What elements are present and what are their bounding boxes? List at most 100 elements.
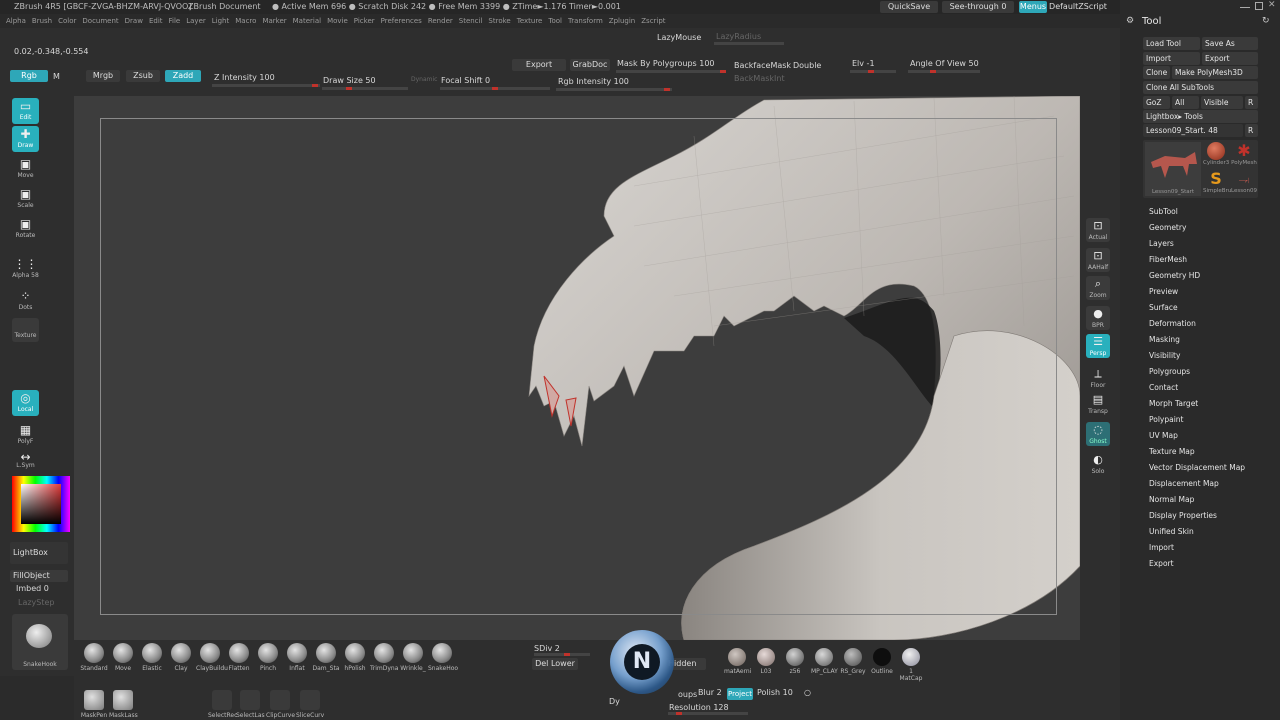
subpalette-fibermesh[interactable]: FiberMesh	[1149, 255, 1187, 264]
subpalette-export[interactable]: Export	[1149, 559, 1174, 568]
texture-button[interactable]: Texture	[12, 318, 39, 342]
brush-claybuildu[interactable]: ClayBuildu	[196, 643, 228, 672]
subpalette-import[interactable]: Import	[1149, 543, 1174, 552]
menu-macro[interactable]: Macro	[235, 17, 256, 25]
backfacemask-button[interactable]: BackfaceMask	[734, 61, 791, 70]
refresh-icon[interactable]: ↻	[1262, 16, 1270, 26]
material-mp-clay[interactable]: MP_CLAY	[811, 648, 838, 675]
default-zscript-button[interactable]: DefaultZScript	[1048, 1, 1108, 13]
subpalette-deformation[interactable]: Deformation	[1149, 319, 1196, 328]
subpalette-preview[interactable]: Preview	[1149, 287, 1178, 296]
brush-dam-sta[interactable]: Dam_Sta	[312, 643, 340, 672]
menu-zscript[interactable]: Zscript	[641, 17, 665, 25]
persp-button[interactable]: ☰ Persp	[1086, 334, 1110, 358]
menu-file[interactable]: File	[169, 17, 181, 25]
imbed-slider[interactable]: Imbed 0	[16, 584, 49, 593]
subpalette-contact[interactable]: Contact	[1149, 383, 1178, 392]
menu-document[interactable]: Document	[82, 17, 118, 25]
material-z56[interactable]: z56	[782, 648, 808, 675]
transp-button[interactable]: ▤ Transp	[1086, 392, 1110, 416]
maximize-icon[interactable]	[1255, 2, 1263, 10]
sdiv-track[interactable]	[534, 653, 590, 656]
draw-size-track[interactable]	[322, 87, 408, 90]
focal-shift-slider[interactable]: Focal Shift 0	[441, 76, 490, 85]
brush-elastic[interactable]: Elastic	[138, 643, 166, 672]
slider-handle[interactable]	[312, 84, 318, 87]
slider-handle[interactable]	[564, 653, 570, 656]
lazyradius-track[interactable]	[714, 42, 784, 45]
menu-stroke[interactable]: Stroke	[488, 17, 510, 25]
angle-of-view-track[interactable]	[908, 70, 980, 73]
subpalette-geometry[interactable]: Geometry	[1149, 223, 1186, 232]
lazyradius-slider[interactable]: LazyRadius	[716, 32, 761, 41]
solo-button[interactable]: ◐ Solo	[1086, 452, 1110, 476]
scale-button[interactable]: ▣ Scale	[12, 186, 39, 212]
tool-selectrec[interactable]: SelectRec	[208, 690, 237, 719]
menu-movie[interactable]: Movie	[327, 17, 348, 25]
menu-zplugin[interactable]: Zplugin	[609, 17, 635, 25]
make-polymesh-button[interactable]: Make PolyMesh3D	[1172, 66, 1258, 79]
goz-visible-button[interactable]: Visible	[1201, 96, 1243, 109]
brush-snakehoo[interactable]: SnakeHoo	[428, 643, 458, 672]
slider-handle[interactable]	[930, 70, 936, 73]
draw-button[interactable]: ✚ Draw	[12, 126, 39, 152]
backmaskint-slider[interactable]: BackMaskInt	[734, 74, 785, 83]
brush-flatten[interactable]: Flatten	[225, 643, 253, 672]
actual-button[interactable]: ⊡ Actual	[1086, 218, 1110, 242]
z-intensity-slider[interactable]: Z Intensity 100	[214, 73, 275, 82]
tool-thumb-simplebrush[interactable]: S SimpleBru	[1203, 170, 1231, 196]
color-picker[interactable]	[12, 476, 70, 532]
save-as-button[interactable]: Save As	[1202, 37, 1258, 50]
subpalette-surface[interactable]: Surface	[1149, 303, 1178, 312]
brush-inflat[interactable]: Inflat	[283, 643, 311, 672]
tool-thumb-polymesh[interactable]: ✱ PolyMesh	[1231, 142, 1257, 168]
sdiv-slider[interactable]: SDiv 2	[534, 644, 560, 653]
current-tool-slider[interactable]: Lesson09_Start. 48	[1143, 124, 1243, 137]
floor-button[interactable]: ⟂ Floor	[1086, 366, 1110, 390]
menu-marker[interactable]: Marker	[262, 17, 286, 25]
rgb-button[interactable]: Rgb	[10, 70, 48, 82]
subpalette-polypaint[interactable]: Polypaint	[1149, 415, 1184, 424]
z-intensity-track[interactable]	[212, 84, 320, 87]
mask-polygroups-track[interactable]	[616, 70, 726, 73]
menu-tool[interactable]: Tool	[548, 17, 562, 25]
subpalette-visibility[interactable]: Visibility	[1149, 351, 1180, 360]
groups-button[interactable]: oups	[678, 690, 697, 699]
subpalette-masking[interactable]: Masking	[1149, 335, 1180, 344]
dynamic-button[interactable]: Dynamic	[411, 76, 437, 83]
del-lower-button[interactable]: Del Lower	[532, 658, 578, 670]
goz-r-button[interactable]: R	[1245, 96, 1258, 109]
material-outline[interactable]: Outline	[869, 648, 895, 675]
bpr-button[interactable]: ● BPR	[1086, 306, 1110, 330]
tool-clipcurve[interactable]: ClipCurve	[266, 690, 295, 719]
focal-shift-track[interactable]	[440, 87, 550, 90]
resolution-track[interactable]	[668, 712, 748, 715]
alpha-button[interactable]: ⋮⋮ Alpha 58	[12, 256, 39, 286]
subpalette-texture-map[interactable]: Texture Map	[1149, 447, 1195, 456]
material-rs-grey[interactable]: RS_Grey	[840, 648, 866, 675]
current-tool-r-button[interactable]: R	[1245, 124, 1258, 137]
subpalette-unified-skin[interactable]: Unified Skin	[1149, 527, 1194, 536]
tool-thumb-cylinder3[interactable]: Cylinder3	[1203, 142, 1229, 168]
minimize-icon[interactable]	[1240, 2, 1250, 12]
subpalette-subtool[interactable]: SubTool	[1149, 207, 1178, 216]
lazystep-slider[interactable]: LazyStep	[18, 598, 55, 607]
draw-size-slider[interactable]: Draw Size 50	[323, 76, 376, 85]
brush-clay[interactable]: Clay	[167, 643, 195, 672]
brush-move[interactable]: Move	[109, 643, 137, 672]
subpalette-displacement-map[interactable]: Displacement Map	[1149, 479, 1219, 488]
saturation-square[interactable]	[21, 484, 61, 524]
tool-maskpen[interactable]: MaskPen	[80, 690, 108, 719]
load-tool-button[interactable]: Load Tool	[1143, 37, 1200, 50]
blur-slider[interactable]: Blur 2	[698, 688, 722, 697]
menu-picker[interactable]: Picker	[354, 17, 375, 25]
tool-selectlas[interactable]: SelectLas	[236, 690, 265, 719]
stroke-button[interactable]: ⁘ Dots	[12, 288, 39, 314]
elevation-track[interactable]	[850, 70, 896, 73]
menus-button[interactable]: Menus	[1019, 1, 1047, 13]
clone-all-subtools-button[interactable]: Clone All SubTools	[1143, 81, 1258, 94]
material-mataerni[interactable]: matAerni	[724, 648, 751, 675]
mask-by-polygroups-slider[interactable]: Mask By Polygroups 100	[617, 59, 715, 68]
brush-pinch[interactable]: Pinch	[254, 643, 282, 672]
slider-handle[interactable]	[664, 88, 670, 91]
